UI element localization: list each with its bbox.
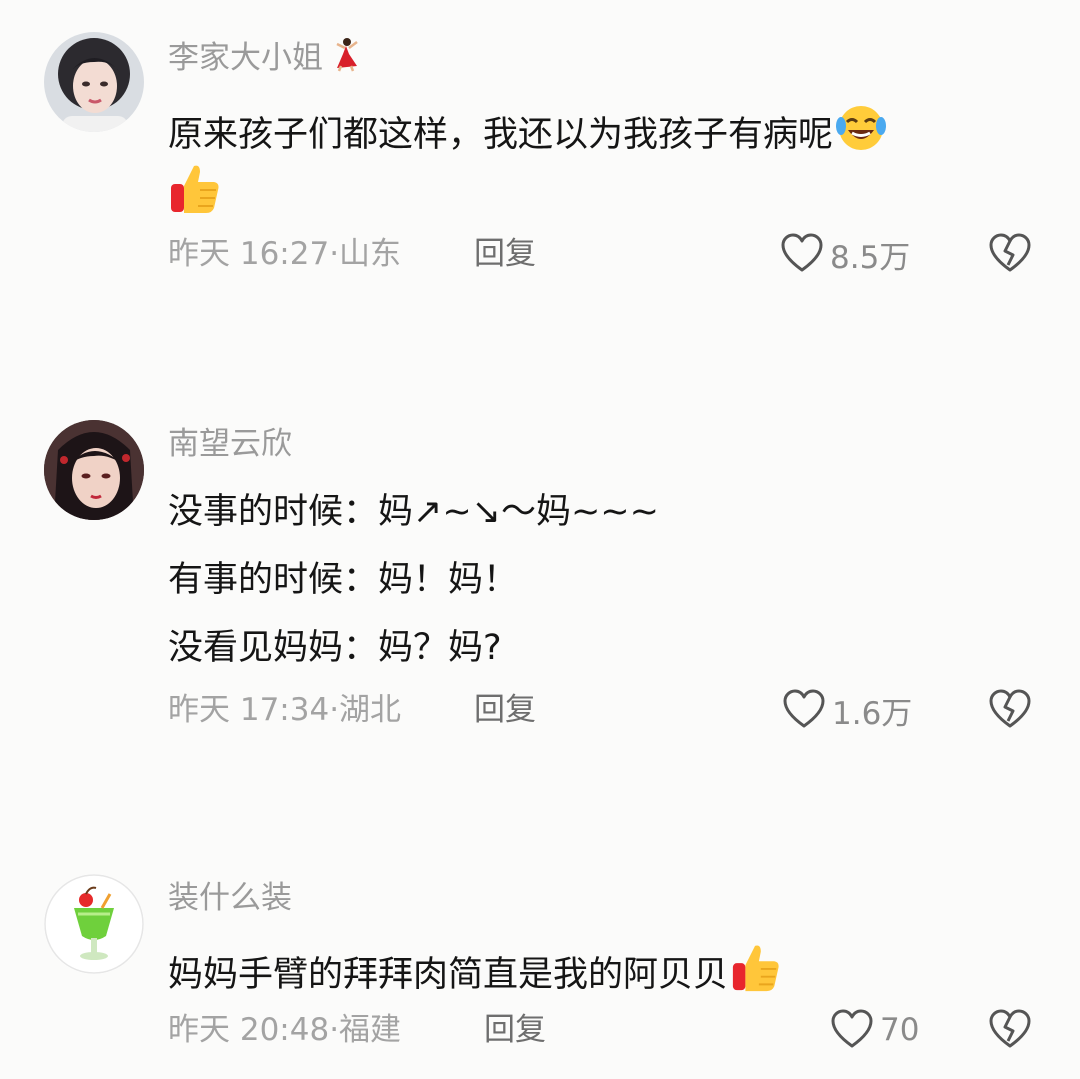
comment-author[interactable]: 李家大小姐 <box>168 36 363 82</box>
comment-text-line: 原来孩子们都这样，我还以为我孩子有病呢 <box>168 102 887 165</box>
like-count: 70 <box>880 1012 920 1048</box>
comment-meta: 昨天 16:27·山东 <box>168 234 401 274</box>
author-name[interactable]: 南望云欣 <box>168 424 292 464</box>
comment-location: 湖北 <box>339 692 402 728</box>
author-name[interactable]: 李家大小姐 <box>168 40 323 76</box>
reply-button[interactable]: 回复 <box>474 234 536 274</box>
dancer-emoji-icon <box>327 38 363 80</box>
comment-location: 福建 <box>339 1012 402 1048</box>
dislike-button[interactable] <box>988 688 1032 732</box>
avatar[interactable] <box>44 420 144 520</box>
heart-outline-icon <box>781 233 823 272</box>
avatar[interactable] <box>44 32 144 132</box>
comment-text: 原来孩子们都这样，我还以为我孩子有病呢 <box>168 115 834 155</box>
like-count: 1.6万 <box>832 695 913 732</box>
thumbs-up-emoji-icon <box>168 162 222 227</box>
dislike-button[interactable] <box>988 232 1032 276</box>
comment-location: 山东 <box>339 236 402 272</box>
reply-button[interactable]: 回复 <box>484 1010 546 1050</box>
broken-heart-icon <box>989 689 1031 728</box>
comment-meta: 昨天 20:48·福建 <box>168 1010 401 1050</box>
like-count: 8.5万 <box>830 239 911 276</box>
heart-outline-icon <box>831 1009 873 1048</box>
like-button[interactable]: 1.6万 <box>782 688 912 732</box>
comment-time: 昨天 16:27· <box>168 236 340 272</box>
heart-outline-icon <box>783 689 825 728</box>
broken-heart-icon <box>989 1009 1031 1048</box>
like-button[interactable]: 8.5万 <box>780 232 910 276</box>
comment-text-line <box>168 162 222 227</box>
thumbs-up-emoji-icon <box>730 942 782 1005</box>
comment-text: 妈妈手臂的拜拜肉简直是我的阿贝贝 <box>168 955 729 995</box>
comment-text-line: 没看见妈妈：妈？妈? <box>168 628 502 668</box>
avatar[interactable] <box>44 874 144 974</box>
comment-text-line: 没事的时候：妈↗~↘～妈~~~ <box>168 492 659 532</box>
broken-heart-icon <box>989 233 1031 272</box>
author-name[interactable]: 装什么装 <box>168 878 292 918</box>
laughing-crying-emoji-icon <box>835 102 887 165</box>
comment-time: 昨天 17:34· <box>168 692 340 728</box>
comment-text-line: 妈妈手臂的拜拜肉简直是我的阿贝贝 <box>168 942 782 1005</box>
reply-button[interactable]: 回复 <box>474 690 536 730</box>
like-button[interactable]: 70 <box>830 1008 919 1052</box>
dislike-button[interactable] <box>988 1008 1032 1052</box>
comment-text-line: 有事的时候：妈！妈！ <box>168 560 519 600</box>
comment-meta: 昨天 17:34·湖北 <box>168 690 401 730</box>
comment-time: 昨天 20:48· <box>168 1012 340 1048</box>
